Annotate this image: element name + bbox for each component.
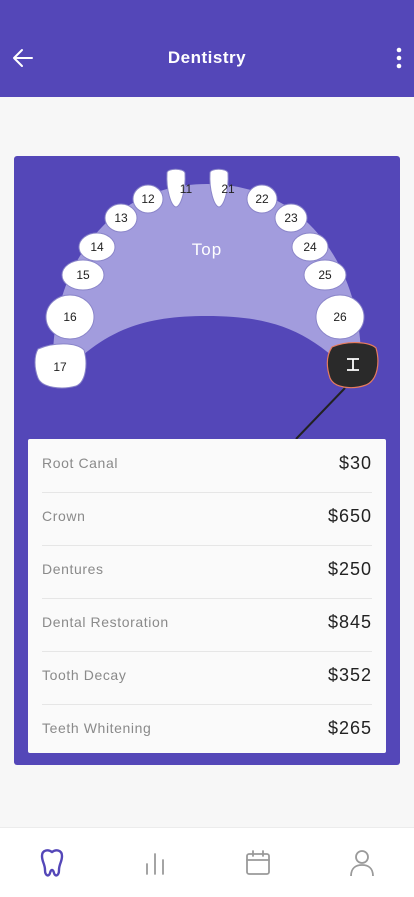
tooth-12[interactable]: 12 [132,184,164,214]
treatment-price: $845 [327,612,372,632]
svg-text:23: 23 [284,211,298,225]
bar-chart-icon[interactable] [135,846,175,880]
tooth-22[interactable]: 22 [246,184,278,214]
treatment-name: Tooth Decay [42,667,127,683]
teeth-chart: Top 11 12 13 14 15 16 17 21 22 23 24 25 … [34,168,379,440]
svg-text:26: 26 [333,310,347,324]
svg-text:11: 11 [180,182,193,196]
svg-text:24: 24 [303,240,317,254]
svg-text:13: 13 [114,211,128,225]
svg-text:17: 17 [53,360,67,374]
tooth-24[interactable]: 24 [291,232,329,262]
tooth-17[interactable]: 17 [34,343,87,389]
treatment-name: Root Canal [42,455,119,471]
treatment-row[interactable]: Dentures $250 [42,545,372,599]
treatment-price: $250 [327,559,372,579]
treatment-row[interactable]: Teeth Whitening $265 [42,704,372,757]
treatment-name: Dental Restoration [42,614,169,630]
svg-text:22: 22 [255,192,269,206]
bottom-tab-bar [0,827,414,897]
tooth-14[interactable]: 14 [78,232,116,262]
treatment-price-list: Root Canal $30 Crown $650 Dentures $250 … [28,439,386,753]
profile-icon[interactable] [342,846,382,880]
treatment-row[interactable]: Root Canal $30 [42,439,372,493]
tooth-13[interactable]: 13 [104,203,138,233]
treatment-price: $352 [327,665,372,685]
treatment-price: $30 [338,453,372,473]
arch-label: Top [192,240,222,259]
treatment-price: $265 [327,718,372,738]
svg-text:15: 15 [76,268,90,282]
svg-text:16: 16 [63,310,77,324]
tooth-15[interactable]: 15 [61,259,105,291]
treatment-name: Dentures [42,561,104,577]
treatment-row[interactable]: Crown $650 [42,492,372,546]
page-title: Dentistry [167,48,247,67]
treatment-price: $650 [327,506,372,526]
tooth-icon[interactable] [32,846,72,880]
treatment-row[interactable]: Tooth Decay $352 [42,651,372,705]
tooth-26[interactable]: 26 [315,294,365,340]
svg-text:14: 14 [90,240,104,254]
pointer-line [295,387,346,440]
app-header: Dentistry [0,0,414,97]
more-vertical-icon[interactable] [392,44,406,72]
svg-text:25: 25 [318,268,332,282]
treatment-name: Crown [42,508,86,524]
tooth-selected[interactable] [295,342,379,440]
calendar-icon[interactable] [238,846,278,880]
treatment-name: Teeth Whitening [42,720,152,736]
tooth-23[interactable]: 23 [274,203,308,233]
svg-text:12: 12 [141,192,155,206]
treatment-row[interactable]: Dental Restoration $845 [42,598,372,652]
tooth-25[interactable]: 25 [303,259,347,291]
svg-text:21: 21 [221,182,235,196]
tooth-16[interactable]: 16 [45,294,95,340]
